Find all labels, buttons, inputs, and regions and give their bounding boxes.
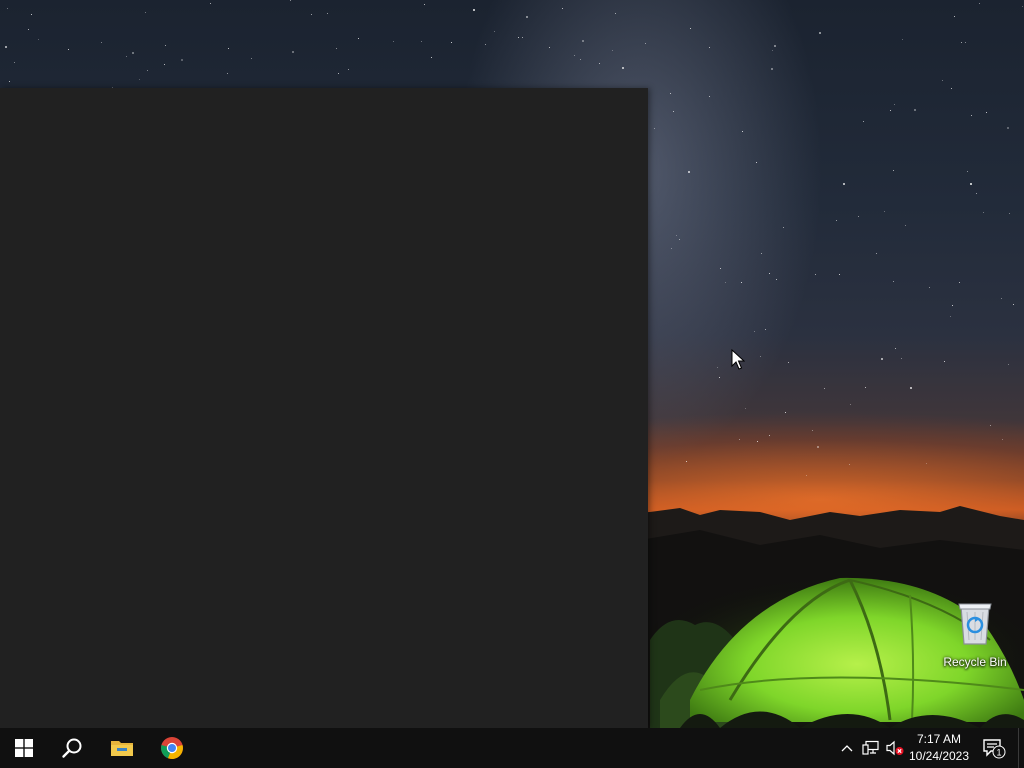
show-hidden-icons-button[interactable]	[838, 728, 856, 768]
action-center-button[interactable]: 1	[978, 728, 1008, 768]
recycle-bin-label: Recycle Bin	[943, 655, 1007, 669]
start-button[interactable]	[0, 728, 48, 768]
mouse-cursor-icon	[731, 349, 745, 370]
windows-logo-icon	[15, 739, 33, 757]
search-icon	[62, 738, 82, 758]
network-button[interactable]	[860, 728, 882, 768]
network-icon	[862, 740, 879, 755]
taskbar: 7:17 AM 10/24/2023 1	[0, 728, 1024, 768]
volume-muted-icon	[886, 740, 904, 756]
notification-count-badge: 1	[996, 748, 1001, 758]
clock-time: 7:17 AM	[916, 732, 962, 746]
show-desktop-button[interactable]	[1018, 728, 1024, 768]
clock-button[interactable]: 7:17 AM 10/24/2023	[906, 731, 972, 765]
chrome-taskbar-button[interactable]	[148, 728, 196, 768]
chrome-icon	[161, 737, 183, 760]
file-explorer-taskbar-button[interactable]	[98, 728, 146, 768]
recycle-bin-icon	[958, 603, 992, 645]
folder-icon	[111, 741, 133, 756]
chevron-up-icon	[841, 745, 853, 752]
notification-icon: 1	[983, 739, 1006, 759]
clock-date: 10/24/2023	[908, 749, 970, 763]
recycle-bin-shortcut[interactable]: Recycle Bin	[940, 600, 1010, 669]
start-menu-panel	[0, 88, 648, 728]
search-button[interactable]	[48, 728, 96, 768]
volume-button[interactable]	[884, 728, 906, 768]
